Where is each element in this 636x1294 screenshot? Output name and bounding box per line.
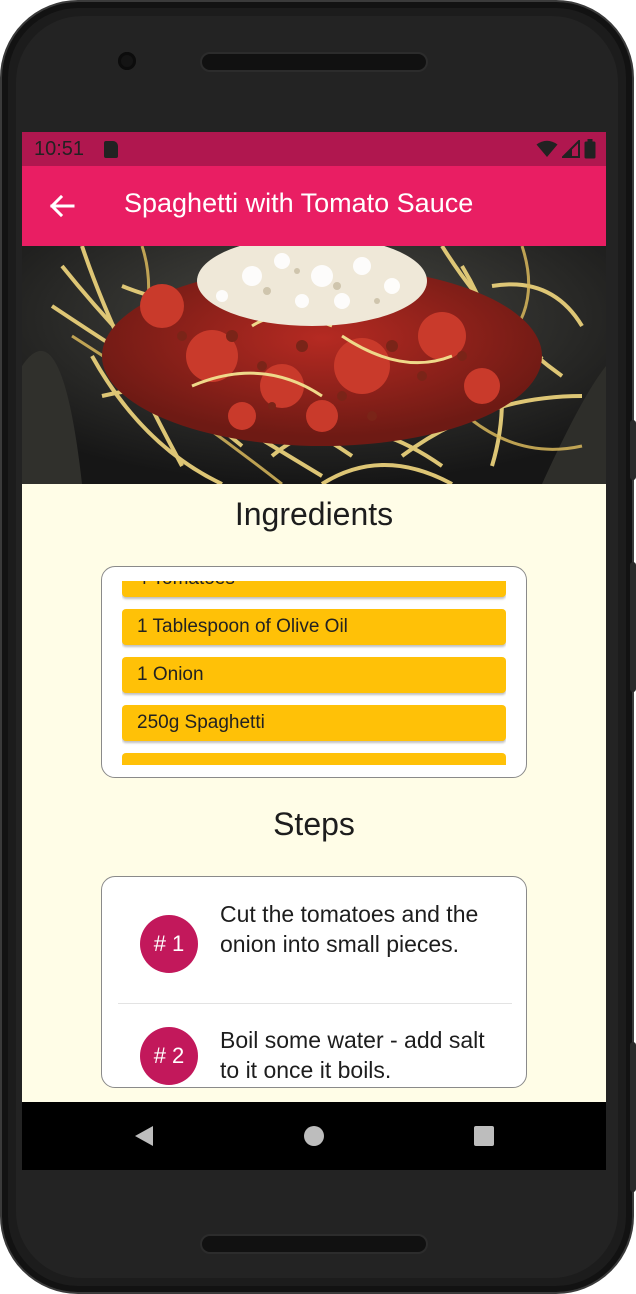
ingredients-heading: Ingredients (234, 496, 394, 532)
ingredient-item[interactable] (122, 753, 506, 765)
signal-icon (562, 140, 580, 158)
spaghetti-photo (22, 246, 606, 484)
arrow-back-icon (49, 194, 75, 218)
battery-icon (584, 139, 596, 159)
step-item: # 2 Boil some water - add salt to it onc… (118, 1004, 512, 1087)
top-speaker (200, 52, 428, 72)
step-number-badge: # 1 (140, 915, 198, 973)
volume-up-button (630, 420, 636, 480)
steps-heading: Steps (273, 806, 355, 842)
app-bar: Spaghetti with Tomato Sauce (22, 166, 606, 246)
power-button (630, 1042, 636, 1192)
nav-back-icon[interactable] (132, 1124, 156, 1148)
ingredient-item[interactable]: 1 Onion (122, 657, 506, 693)
steps-card[interactable]: # 1 Cut the tomatoes and the onion into … (101, 876, 527, 1088)
ingredient-item[interactable]: 250g Spaghetti (122, 705, 506, 741)
recipe-image (22, 246, 606, 484)
ingredients-card: 4 Tomatoes 1 Tablespoon of Olive Oil 1 O… (101, 566, 527, 778)
nav-recents-icon[interactable] (472, 1124, 496, 1148)
status-icons (536, 139, 596, 159)
bottom-speaker (200, 1234, 428, 1254)
ingredient-item[interactable]: 1 Tablespoon of Olive Oil (122, 609, 506, 645)
volume-button (630, 562, 636, 692)
ingredients-list-viewport[interactable]: 4 Tomatoes 1 Tablespoon of Olive Oil 1 O… (122, 581, 506, 765)
step-text: Boil some water - add salt to it once it… (220, 1027, 485, 1083)
step-text: Cut the tomatoes and the onion into smal… (220, 901, 479, 957)
front-camera (118, 52, 136, 70)
system-nav-bar (22, 1102, 606, 1170)
status-bar: 10:51 (22, 132, 606, 166)
nav-home-icon[interactable] (302, 1124, 326, 1148)
step-item: # 1 Cut the tomatoes and the onion into … (118, 877, 512, 1003)
ingredients-list: 4 Tomatoes 1 Tablespoon of Olive Oil 1 O… (122, 581, 506, 765)
back-button[interactable] (40, 184, 84, 228)
page-title: Spaghetti with Tomato Sauce (124, 188, 474, 218)
step-number-badge: # 2 (140, 1027, 198, 1085)
wifi-icon (536, 140, 558, 157)
ingredient-item[interactable]: 4 Tomatoes (122, 581, 506, 597)
sd-card-icon (104, 141, 118, 158)
status-time: 10:51 (34, 138, 85, 160)
screen: 10:51 Spaghetti with Tomato Sauce Ingred… (22, 132, 606, 1170)
